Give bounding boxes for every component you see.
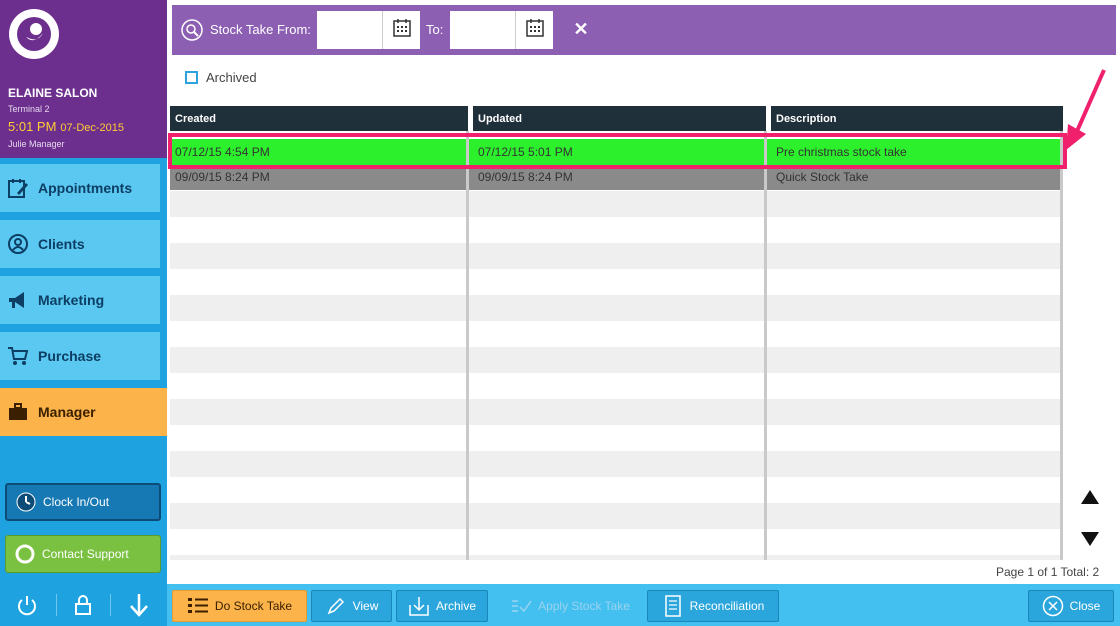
lifebuoy-icon [14,543,36,565]
empty-table-row [170,191,1063,217]
contact-support-button[interactable]: Contact Support [5,535,161,573]
lock-icon[interactable] [69,591,97,619]
from-calendar-button[interactable] [382,11,420,49]
column-header-updated[interactable]: Updated [473,106,766,131]
calendar-edit-icon [6,176,30,200]
pagination-info: Page 1 of 1 Total: 2 [996,565,1100,579]
close-button[interactable]: Close [1028,590,1114,622]
to-date-input[interactable] [450,11,515,49]
annotation-arrow-icon [1066,69,1106,150]
pencil-icon [325,595,347,617]
apply-stock-take-button[interactable]: Apply Stock Take [500,590,640,622]
current-time: 5:01 PM 07-Dec-2015 [8,119,124,134]
column-header-description[interactable]: Description [771,106,1063,131]
from-date-input[interactable] [317,11,382,49]
button-label: Archive [435,599,476,613]
empty-table-row [170,243,1063,269]
calendar-icon [525,18,545,43]
archived-checkbox[interactable] [185,71,198,84]
calendar-icon [392,18,412,43]
cart-icon [6,344,30,368]
empty-table-row [170,373,1063,399]
current-user: Julie Manager [8,139,65,149]
empty-table-row [170,321,1063,347]
nav-purchase[interactable]: Purchase [0,332,160,380]
button-label: Close [1069,599,1101,613]
support-label: Contact Support [42,547,129,561]
stock-take-table: Created Updated Description 07/12/15 4:5… [168,106,1067,560]
search-icon [181,19,203,41]
archived-label: Archived [206,70,257,85]
divider [56,594,57,616]
button-label: Do Stock Take [214,599,293,613]
empty-table-row [170,555,1063,560]
action-bar [167,584,1120,626]
checklist-icon [187,595,209,617]
reconciliation-button[interactable]: Reconciliation [647,590,779,622]
view-button[interactable]: View [311,590,392,622]
divider [110,594,111,616]
nav-marketing[interactable]: Marketing [0,276,160,324]
date-value: 07-Dec-2015 [60,122,125,134]
megaphone-icon [6,288,30,312]
clients-icon [6,232,30,256]
sidebar: ELAINE SALON Terminal 2 5:01 PM 07-Dec-20… [0,0,167,626]
archive-button[interactable]: Archive [396,590,488,622]
scroll-down-button[interactable] [1080,530,1100,548]
archive-icon [408,595,430,617]
to-calendar-button[interactable] [515,11,553,49]
scroll-up-button[interactable] [1080,488,1100,506]
to-label: To: [426,22,444,37]
briefcase-icon [6,400,30,424]
column-divider [466,131,469,560]
nav-label: Manager [38,404,96,420]
empty-table-row [170,503,1063,529]
clock-label: Clock In/Out [43,495,110,509]
salon-logo [9,9,59,59]
time-value: 5:01 PM [8,119,57,134]
from-label: Stock Take From: [210,22,311,37]
button-label: Reconciliation [689,599,765,613]
terminal-label: Terminal 2 [8,104,50,114]
empty-table-row [170,477,1063,503]
check-list-icon [510,595,532,617]
clock-icon [15,491,37,513]
empty-table-row [170,347,1063,373]
nav-label: Clients [38,236,85,252]
document-icon [662,595,684,617]
do-stock-take-button[interactable]: Do Stock Take [172,590,307,622]
clock-in-out-button[interactable]: Clock In/Out [5,483,161,521]
empty-table-row [170,295,1063,321]
empty-table-row [170,425,1063,451]
nav-label: Appointments [38,180,133,196]
power-icon[interactable] [13,591,41,619]
empty-table-row [170,451,1063,477]
close-icon: ✕ [573,19,589,39]
nav-appointments[interactable]: Appointments [0,164,160,212]
selection-highlight-box [168,133,1067,169]
download-arrow-icon[interactable] [125,591,153,619]
nav-label: Marketing [38,292,105,308]
salon-name: ELAINE SALON [8,86,98,100]
column-divider [1060,131,1063,560]
nav-manager[interactable]: Manager [0,388,167,436]
clear-filter-button[interactable]: ✕ [572,20,590,38]
empty-table-row [170,399,1063,425]
column-divider [764,131,767,560]
nav-clients[interactable]: Clients [0,220,160,268]
column-header-created[interactable]: Created [170,106,468,131]
nav-label: Purchase [38,348,102,364]
empty-table-row [170,269,1063,295]
close-circle-icon [1042,595,1064,617]
button-label: View [352,599,379,613]
empty-table-row [170,529,1063,555]
empty-table-row [170,217,1063,243]
date-filter-toolbar: Stock Take From: To: ✕ [172,5,1116,55]
button-label: Apply Stock Take [538,599,630,613]
